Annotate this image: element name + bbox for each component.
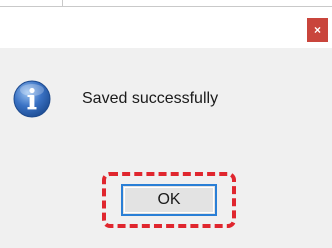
dialog-message: Saved successfully	[82, 90, 219, 107]
ok-button-label: OK	[157, 191, 181, 208]
dialog-titlebar: ×	[0, 8, 332, 48]
ok-button[interactable]: OK	[121, 184, 217, 216]
dialog-body: Saved successfully OK	[0, 48, 332, 248]
message-dialog: × Saved successfully OK	[0, 8, 332, 248]
background-divider-tick	[62, 0, 63, 7]
close-button[interactable]: ×	[307, 18, 328, 42]
info-icon	[13, 80, 51, 118]
background-divider	[0, 6, 332, 7]
